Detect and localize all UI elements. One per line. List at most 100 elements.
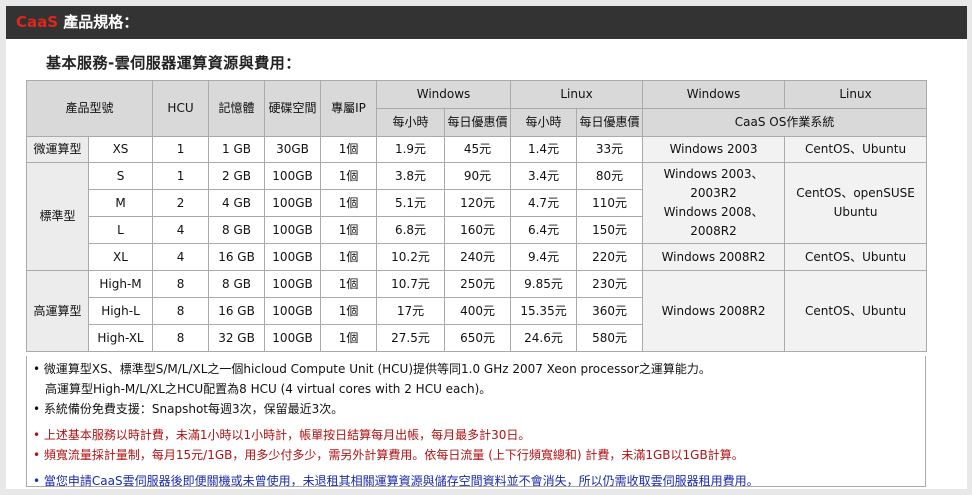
note-shutdown-brand: CaaS	[91, 474, 123, 488]
cell-disk: 100GB	[264, 162, 322, 190]
cell-win-hourly: 10.7元	[376, 270, 446, 298]
os-windows-standard-line2: 2003R2	[690, 186, 737, 200]
table-row: 標準型 S 1 2 GB 100GB 1個 3.8元 90元 3.4元 80元 …	[26, 162, 928, 271]
notes-panel: • 微運算型XS、標準型S/M/L/XL之一個hicloud Compute U…	[26, 356, 926, 488]
cell-memory: 1 GB	[208, 136, 266, 163]
cell-lin-daily: 33元	[576, 136, 644, 163]
cell-ip: 1個	[320, 162, 378, 190]
cell-win-daily: 120元	[444, 189, 512, 217]
header-disk: 硬碟空間	[264, 80, 322, 137]
cell-memory: 32 GB	[208, 324, 266, 352]
cell-ip: 1個	[320, 243, 378, 271]
page-frame: CaaS 產品規格： 基本服務-雲伺服器運算資源與費用： 產品型號 HCU 記憶…	[6, 6, 967, 489]
group-standard: 標準型	[26, 162, 89, 271]
header-hcu: HCU	[152, 80, 210, 137]
brand-name: CaaS	[16, 13, 59, 31]
os-windows-xl: Windows 2008R2	[642, 243, 786, 271]
cell-disk: 100GB	[264, 189, 322, 217]
cell-win-daily: 160元	[444, 216, 512, 244]
cell-hcu: 8	[152, 297, 210, 325]
cell-lin-hourly: 15.35元	[510, 297, 578, 325]
note-billing: • 上述基本服務以時計費，未滿1小時以1小時計，帳單按日結算每月出帳，每月最多計…	[33, 428, 531, 442]
os-linux-xl: CentOS、Ubuntu	[784, 243, 928, 271]
cell-disk: 100GB	[264, 270, 322, 298]
cell-disk: 100GB	[264, 324, 322, 352]
cell-hcu: 1	[152, 162, 210, 190]
cell-lin-hourly: 4.7元	[510, 189, 578, 217]
os-linux-micro: CentOS、Ubuntu	[784, 136, 928, 163]
cell-memory: 16 GB	[208, 243, 266, 271]
note-shutdown-post: 雲伺服器後即便關機或未曾使用，未退租其相關運算資源與儲存空間資料並不會消失，所以…	[122, 474, 759, 488]
cell-memory: 8 GB	[208, 270, 266, 298]
os-windows-micro: Windows 2003	[642, 136, 786, 163]
cell-lin-daily: 580元	[576, 324, 644, 352]
table-row: 微運算型 XS 1 1 GB 30GB 1個 1.9元 45元 1.4元 33元…	[26, 136, 928, 163]
cell-size: XS	[87, 136, 154, 163]
group-micro: 微運算型	[26, 136, 89, 163]
cell-lin-daily: 110元	[576, 189, 644, 217]
cell-hcu: 4	[152, 243, 210, 271]
cell-ip: 1個	[320, 136, 378, 163]
cell-lin-daily: 360元	[576, 297, 644, 325]
os-windows-standard-line1: Windows 2003、	[663, 167, 764, 181]
cell-size: High-XL	[87, 324, 154, 352]
header-model: 產品型號	[25, 80, 154, 137]
spec-table: 產品型號 HCU 記憶體 硬碟空間 專屬IP Windows Linux Win…	[25, 80, 928, 352]
cell-size: XL	[87, 243, 154, 271]
note-shutdown: • 當您申請CaaS雲伺服器後即便關機或未曾使用，未退租其相關運算資源與儲存空間…	[33, 471, 925, 491]
cell-disk: 100GB	[264, 216, 322, 244]
cell-hcu: 2	[152, 189, 210, 217]
cell-lin-hourly: 1.4元	[510, 136, 578, 163]
cell-disk: 100GB	[264, 243, 322, 271]
cell-ip: 1個	[320, 297, 378, 325]
os-linux-standard-line2: Ubuntu	[833, 205, 878, 219]
cell-size: High-M	[87, 270, 154, 298]
os-windows-high: Windows 2008R2	[642, 270, 786, 352]
header-lin-hourly: 每小時	[510, 108, 578, 137]
cell-lin-hourly: 9.4元	[510, 243, 578, 271]
title-bar: CaaS 產品規格：	[6, 6, 967, 39]
cell-hcu: 8	[152, 270, 210, 298]
cell-hcu: 1	[152, 136, 210, 163]
header-memory: 記憶體	[208, 80, 266, 137]
cell-memory: 16 GB	[208, 297, 266, 325]
cell-size: High-L	[87, 297, 154, 325]
note-backup: • 系統備份免費支援：Snapshot每週3次，保留最近3次。	[33, 402, 344, 416]
cell-win-hourly: 6.8元	[376, 216, 446, 244]
cell-win-hourly: 5.1元	[376, 189, 446, 217]
header-lin-daily: 每日優惠價	[576, 108, 644, 137]
os-windows-standard-line4: 2008R2	[690, 224, 737, 238]
cell-lin-daily: 220元	[576, 243, 644, 271]
table-row: XL 4 16 GB 100GB 1個 10.2元 240元 9.4元 220元…	[27, 243, 928, 271]
cell-win-hourly: 3.8元	[376, 162, 446, 190]
header-linux-price: Linux	[510, 80, 644, 109]
cell-lin-hourly: 6.4元	[510, 216, 578, 244]
os-linux-high: CentOS、Ubuntu	[784, 270, 928, 352]
cell-size: L	[87, 216, 154, 244]
cell-lin-hourly: 9.85元	[510, 270, 578, 298]
cell-win-daily: 400元	[444, 297, 512, 325]
note-shutdown-pre: • 當您申請	[33, 474, 92, 488]
group-high: 高運算型	[26, 270, 89, 352]
os-linux-standard-line1: CentOS、openSUSE	[796, 186, 915, 200]
header-os-linux: Linux	[784, 80, 928, 109]
cell-ip: 1個	[320, 324, 378, 352]
cell-disk: 100GB	[264, 297, 322, 325]
os-windows-standard: Windows 2003、 2003R2 Windows 2008、 2008R…	[642, 162, 786, 244]
cell-memory: 8 GB	[208, 216, 266, 244]
cell-ip: 1個	[320, 270, 378, 298]
header-ip: 專屬IP	[320, 80, 378, 137]
header-os-label: CaaS OS作業系統	[642, 108, 928, 137]
note-bandwidth: • 頻寬流量採計量制，每月15元/1GB，用多少付多少，需另外計算費用。依每日流…	[33, 448, 744, 462]
cell-memory: 4 GB	[208, 189, 266, 217]
os-windows-standard-line3: Windows 2008、	[663, 205, 764, 219]
cell-size: S	[87, 162, 154, 190]
note-hcu: • 微運算型XS、標準型S/M/L/XL之一個hicloud Compute U…	[33, 362, 711, 376]
header-win-daily: 每日優惠價	[444, 108, 512, 137]
header-win-hourly: 每小時	[376, 108, 446, 137]
os-linux-standard: CentOS、openSUSE Ubuntu	[784, 162, 928, 244]
cell-win-daily: 90元	[444, 162, 512, 190]
table-row: 高運算型 High-M 8 8 GB 100GB 1個 10.7元 250元 9…	[26, 270, 928, 352]
cell-win-daily: 650元	[444, 324, 512, 352]
cell-win-daily: 240元	[444, 243, 512, 271]
